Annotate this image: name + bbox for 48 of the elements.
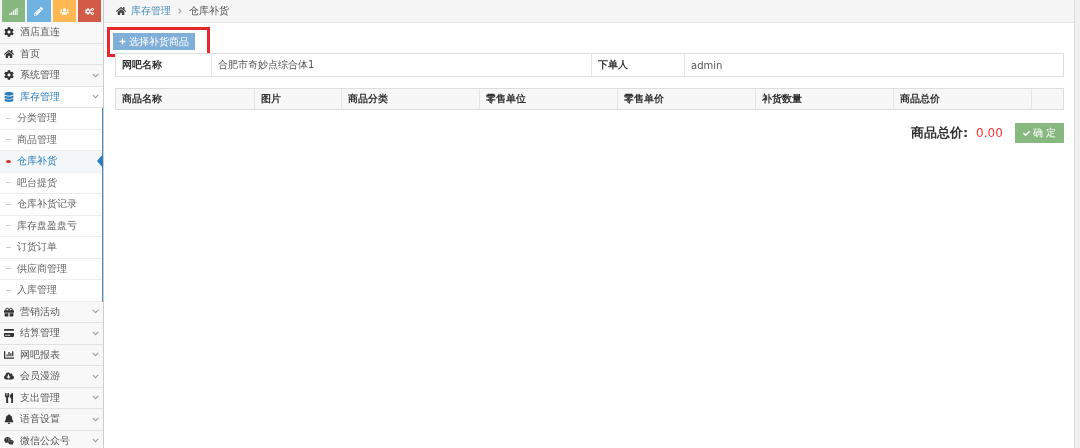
shortcut-button[interactable] [52, 0, 76, 22]
chevron-down-icon [92, 415, 99, 423]
shortcut-button[interactable] [27, 0, 51, 22]
database-icon [4, 91, 14, 102]
pencil-icon [34, 6, 44, 16]
menu-item[interactable]: 网吧报表 [0, 344, 103, 366]
plus-icon [119, 38, 126, 45]
check-icon [1022, 129, 1030, 137]
chevron-down-icon [92, 437, 99, 445]
bar-chart-icon [4, 349, 14, 360]
submenu-item[interactable]: 仓库补货 [0, 151, 102, 173]
menu-item[interactable]: 系统管理 [0, 65, 103, 87]
breadcrumb-current: 仓库补货 [189, 4, 229, 18]
menu-item[interactable]: 酒店直连 [0, 22, 103, 44]
chevron-down-icon [92, 351, 99, 359]
menu-item[interactable]: 营销活动 [0, 301, 103, 323]
chevron-down-icon [92, 372, 99, 380]
chevron-down-icon [92, 329, 99, 337]
menu-item[interactable]: 结算管理 [0, 323, 103, 345]
gift-icon [4, 306, 14, 317]
signal-icon [9, 6, 19, 16]
chevron-right-icon [176, 7, 184, 15]
cloud-download-icon [4, 371, 14, 382]
gear-icon [4, 70, 14, 81]
shortcut-button[interactable] [2, 0, 26, 22]
chevron-down-icon [92, 93, 99, 101]
menu-item[interactable]: 库存管理 [0, 86, 103, 108]
shortcut-button[interactable] [77, 0, 101, 22]
menu-item[interactable]: 支出管理 [0, 387, 103, 409]
utensils-icon [4, 392, 14, 403]
home-icon [116, 6, 126, 16]
menu-item[interactable]: 会员漫游 [0, 366, 103, 388]
chevron-down-icon [92, 71, 99, 79]
gears-icon [84, 6, 94, 16]
menu-item[interactable]: 首页 [0, 43, 103, 65]
users-icon [59, 6, 69, 16]
total-label: 商品总价: [910, 124, 969, 142]
chevron-down-icon [92, 394, 99, 402]
scrollbar[interactable] [1074, 0, 1080, 448]
bell-icon [4, 414, 14, 425]
total-value: 0.00 [976, 126, 1003, 140]
gear-icon [4, 27, 14, 38]
breadcrumb-link[interactable]: 库存管理 [131, 4, 171, 18]
chat-icon [4, 435, 14, 446]
menu-item[interactable]: 语音设置 [0, 409, 103, 431]
home-icon [4, 48, 14, 59]
chevron-down-icon [92, 308, 99, 316]
credit-card-icon [4, 328, 14, 339]
